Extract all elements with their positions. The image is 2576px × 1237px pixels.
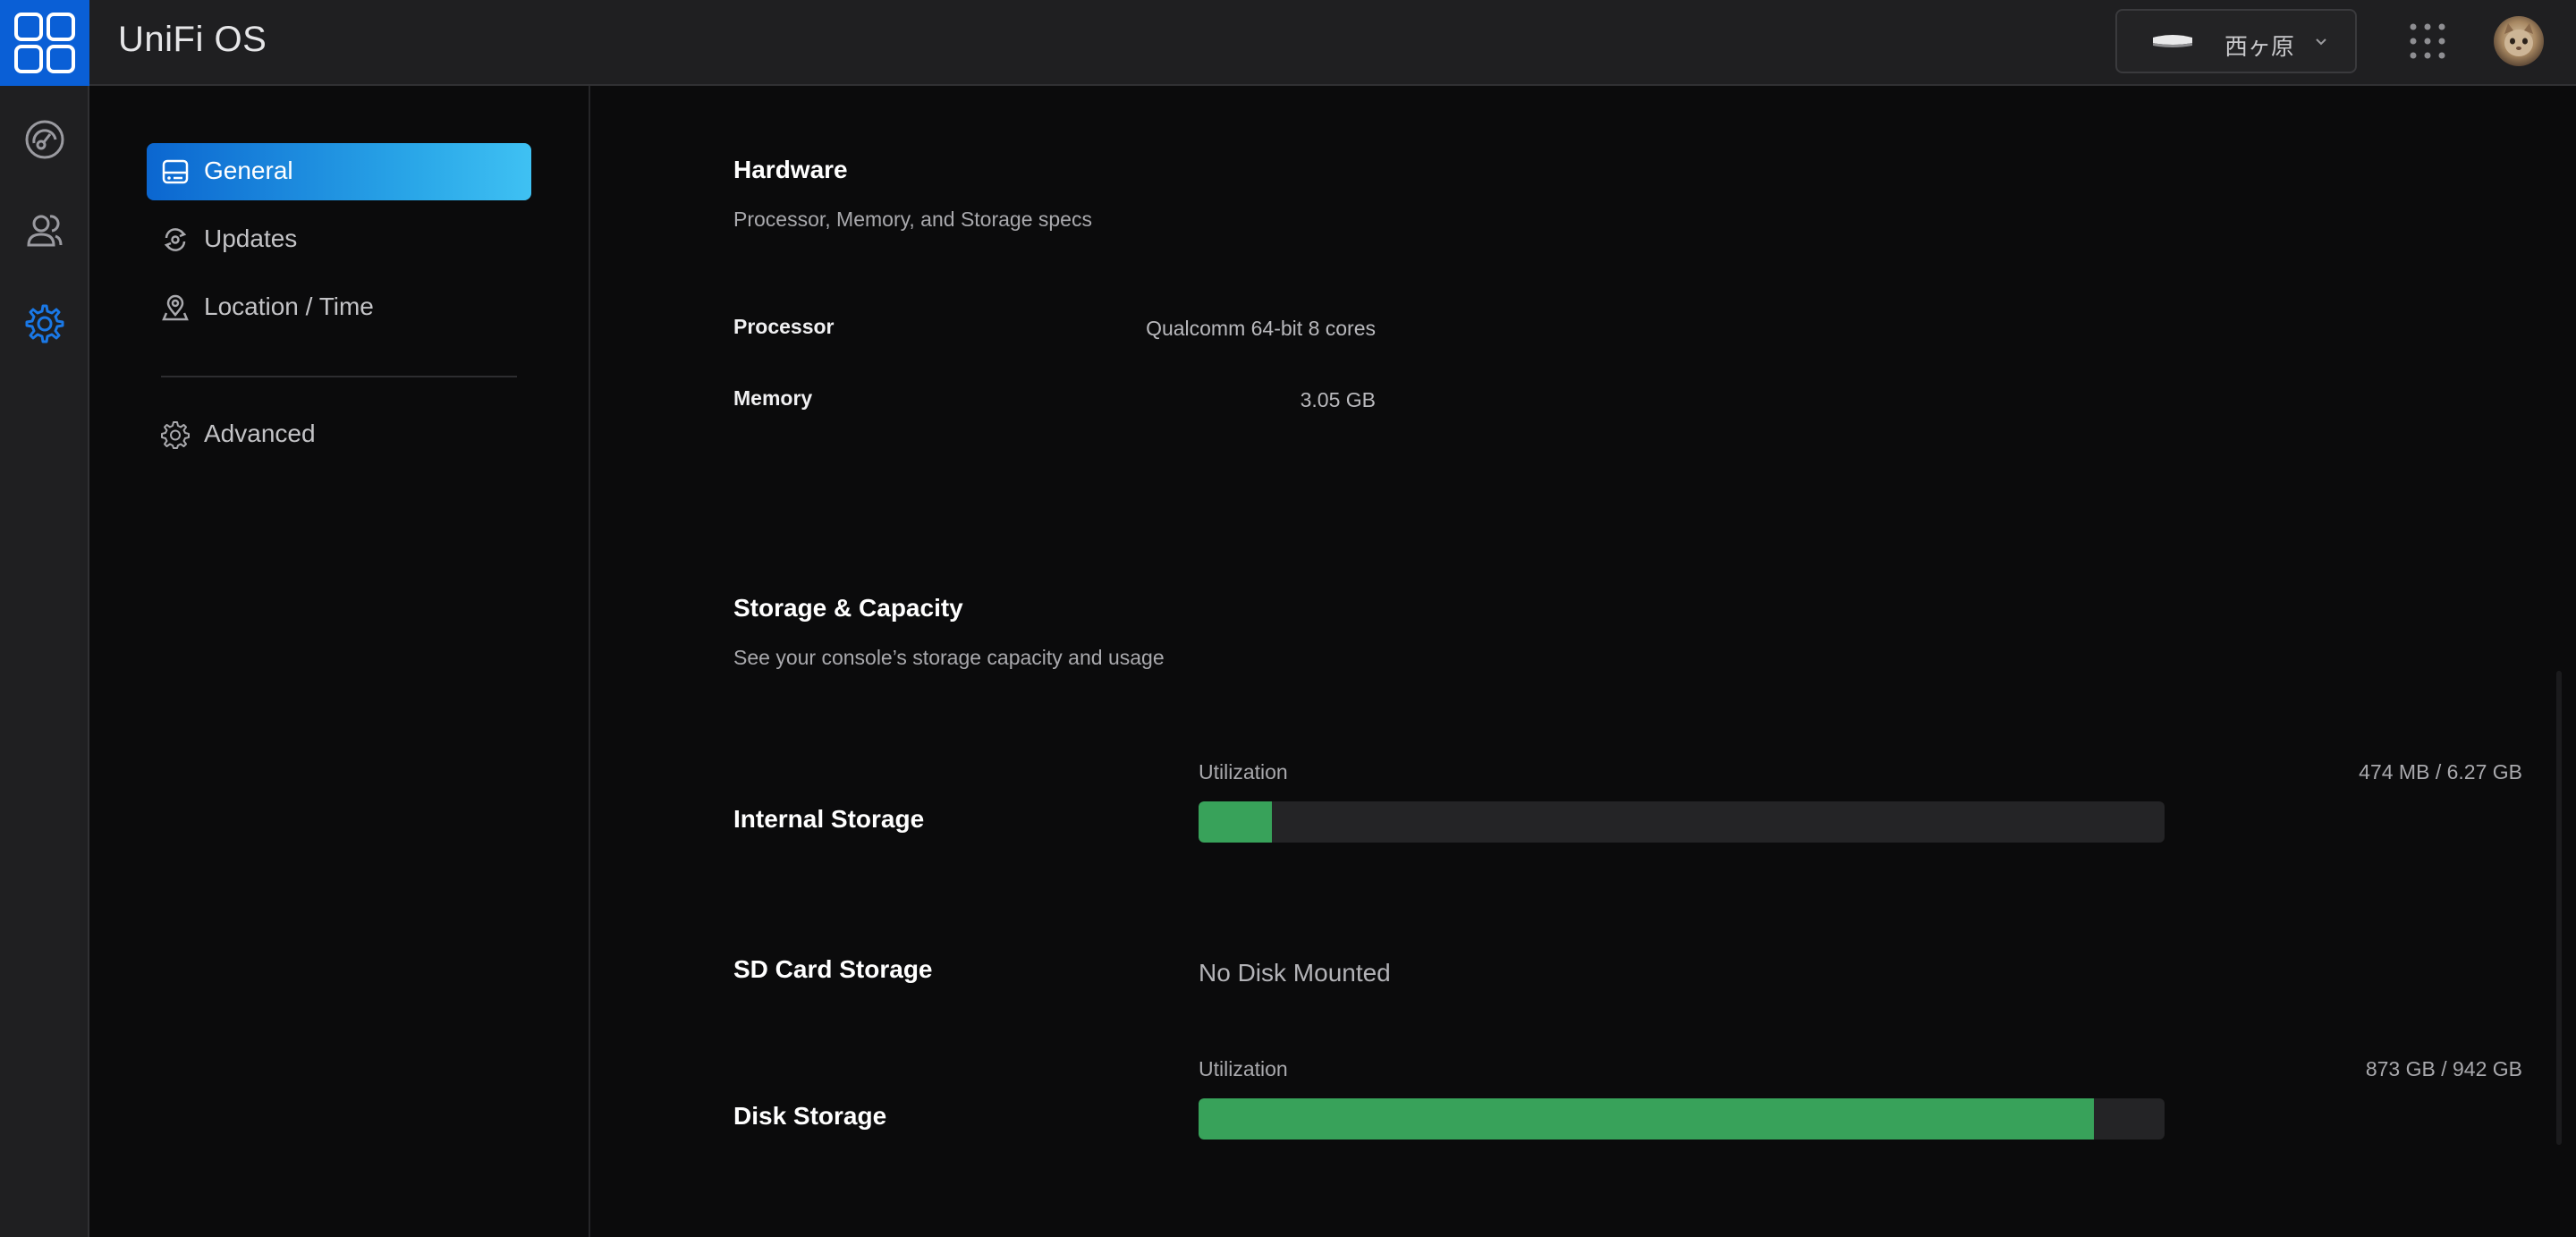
nav-label-updates: Updates (204, 225, 298, 252)
rail-item-users[interactable] (23, 209, 66, 252)
chevron-down-icon (2314, 36, 2328, 52)
nav-item-general[interactable]: General (147, 143, 531, 200)
rail-item-settings[interactable] (23, 302, 66, 345)
gear-icon (25, 304, 64, 343)
disk-util-value: 873 GB / 942 GB (2365, 1057, 2522, 1080)
settings-sidebar: General Updates Location / Time Advanced (89, 86, 590, 1237)
sd-card-storage-label: SD Card Storage (733, 955, 933, 983)
unifi-apps-logo-icon[interactable] (0, 0, 89, 86)
main-scrollbar[interactable] (2556, 671, 2562, 1145)
processor-label: Processor (733, 315, 835, 338)
apps-grid-icon[interactable] (2408, 21, 2447, 61)
refresh-icon (161, 225, 190, 254)
storage-subtitle: See your console’s storage capacity and … (733, 646, 1165, 669)
internal-storage-label: Internal Storage (733, 805, 925, 833)
map-pin-icon (161, 293, 190, 322)
hardware-title: Hardware (733, 156, 848, 183)
rail-item-dashboard[interactable] (23, 118, 66, 161)
device-name: 西ヶ原 (2224, 34, 2295, 61)
hardware-subtitle: Processor, Memory, and Storage specs (733, 208, 1092, 231)
console-device-icon (2149, 34, 2196, 55)
left-rail (0, 86, 89, 1237)
main-content: Hardware Processor, Memory, and Storage … (590, 86, 2576, 1237)
storage-title: Storage & Capacity (733, 594, 963, 622)
app-title: UniFi OS (118, 20, 267, 59)
gauge-icon (25, 120, 64, 159)
nav-divider (161, 376, 517, 377)
nav-label-location-time: Location / Time (204, 292, 374, 320)
disk-util-label: Utilization (1199, 1057, 1288, 1080)
memory-value: 3.05 GB (1300, 388, 1376, 411)
nav-item-location-time[interactable]: Location / Time (147, 279, 531, 336)
device-selector[interactable]: 西ヶ原 (2115, 9, 2357, 73)
top-bar: UniFi OS 西ヶ原 (0, 0, 2576, 86)
internal-util-value: 474 MB / 6.27 GB (2359, 760, 2522, 784)
disk-storage-bar-fill (1199, 1098, 2094, 1140)
internal-util-label: Utilization (1199, 760, 1288, 784)
nav-label-general: General (204, 157, 293, 184)
internal-storage-bar-fill (1199, 801, 1272, 843)
processor-value: Qualcomm 64-bit 8 cores (1146, 317, 1376, 340)
sd-card-status: No Disk Mounted (1199, 959, 1391, 987)
disk-storage-label: Disk Storage (733, 1102, 887, 1130)
gear-icon (161, 420, 190, 449)
nav-label-advanced: Advanced (204, 419, 316, 447)
disk-storage-bar (1199, 1098, 2165, 1140)
user-avatar[interactable] (2494, 16, 2544, 66)
storage-drive-icon (161, 157, 190, 186)
nav-item-updates[interactable]: Updates (147, 211, 531, 268)
users-icon (27, 215, 63, 247)
nav-item-advanced[interactable]: Advanced (147, 406, 531, 463)
internal-storage-bar (1199, 801, 2165, 843)
memory-label: Memory (733, 386, 813, 410)
